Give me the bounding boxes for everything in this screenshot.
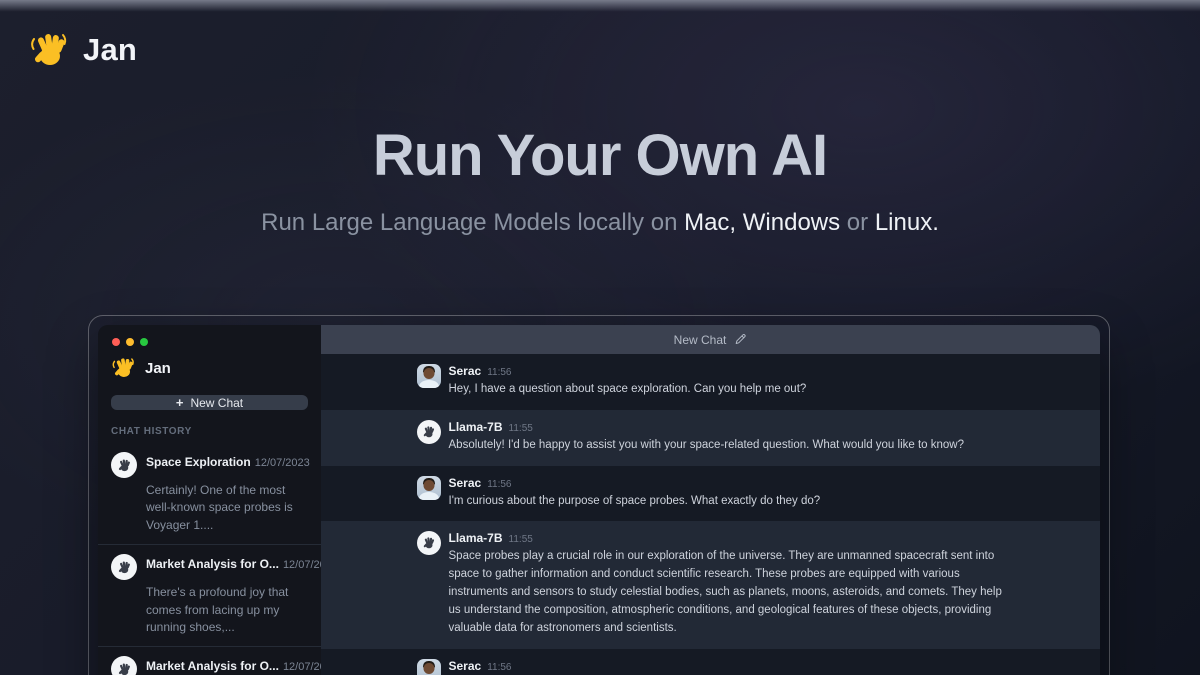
new-chat-button[interactable]: + New Chat [111, 395, 308, 410]
top-edge-glow [0, 0, 1200, 13]
user-avatar [417, 364, 441, 388]
message-text: Space probes play a crucial role in our … [449, 548, 1005, 637]
new-chat-label: New Chat [190, 396, 243, 410]
chat-title: New Chat [674, 333, 727, 347]
site-logo[interactable]: Jan [30, 30, 137, 70]
hero-section: Run Your Own AI Run Large Language Model… [0, 126, 1200, 237]
hero-subtitle: Run Large Language Models locally on Mac… [0, 209, 1200, 237]
waving-hand-icon [30, 30, 70, 70]
subtitle-prefix: Run Large Language Models locally on [261, 209, 684, 236]
assistant-avatar [417, 420, 441, 444]
message-text: Hey, I have a question about space explo… [449, 381, 1005, 399]
waving-hand-icon [112, 356, 136, 380]
message-row: Serac 11:56 I'm curious about the purpos… [321, 466, 1100, 522]
message-author: Serac [449, 364, 482, 378]
history-item-title: Market Analysis for O... [146, 557, 279, 571]
sidebar-brand-name: Jan [145, 360, 171, 377]
chat-history-heading: CHAT HISTORY [98, 410, 321, 443]
message-time: 11:55 [509, 423, 533, 434]
assistant-avatar [111, 452, 137, 478]
hero-title: Run Your Own AI [0, 126, 1200, 187]
user-avatar [417, 659, 441, 675]
edit-title-icon[interactable] [734, 333, 747, 346]
brand-name: Jan [83, 32, 137, 68]
chat-history-list: Space Exploration 12/07/2023 Certainly! … [98, 443, 321, 675]
assistant-avatar [111, 656, 137, 675]
message-row: Llama-7B 11:55 Absolutely! I'd be happy … [321, 410, 1100, 466]
history-item-preview: There's a profound joy that comes from l… [146, 584, 308, 636]
subtitle-windows: Windows [743, 209, 840, 236]
message-row: Serac 11:56 Hey, I have a question about… [321, 354, 1100, 410]
message-row: Llama-7B 11:55 Space probes play a cruci… [321, 521, 1100, 648]
sidebar: Jan + New Chat CHAT HISTORY Space Explor… [98, 325, 321, 675]
history-item-market-analysis-1[interactable]: Market Analysis for O... 12/07/2023 Ther… [98, 544, 321, 646]
message-time: 11:56 [487, 367, 511, 378]
sidebar-logo: Jan [98, 346, 321, 380]
assistant-avatar [417, 531, 441, 555]
user-avatar [417, 476, 441, 500]
message-text: Absolutely! I'd be happy to assist you w… [449, 437, 1005, 455]
minimize-window-button[interactable] [126, 338, 134, 346]
assistant-avatar [111, 554, 137, 580]
message-author: Serac [449, 476, 482, 490]
message-time: 11:56 [487, 479, 511, 490]
message-text: I'm curious about the purpose of space p… [449, 493, 1005, 511]
subtitle-linux: Linux. [875, 209, 939, 236]
history-item-date: 12/07/2023 [255, 457, 310, 469]
history-item-preview: Certainly! One of the most well-known sp… [146, 482, 308, 534]
subtitle-or: or [840, 209, 875, 236]
chat-header: New Chat [321, 325, 1100, 354]
close-window-button[interactable] [112, 338, 120, 346]
message-row: Serac 11:56 That's fascinating! Can you … [321, 649, 1100, 675]
window-controls [98, 325, 321, 346]
history-item-title: Market Analysis for O... [146, 659, 279, 673]
plus-icon: + [176, 395, 184, 410]
message-author: Serac [449, 659, 482, 673]
message-time: 11:56 [487, 662, 511, 673]
message-author: Llama-7B [449, 420, 503, 434]
history-item-title: Space Exploration [146, 455, 251, 469]
subtitle-mac: Mac, [684, 209, 736, 236]
message-author: Llama-7B [449, 531, 503, 545]
history-item-space-exploration[interactable]: Space Exploration 12/07/2023 Certainly! … [98, 443, 321, 544]
message-time: 11:55 [509, 534, 533, 545]
history-item-market-analysis-2[interactable]: Market Analysis for O... 12/07/2023 Ther… [98, 646, 321, 675]
zoom-window-button[interactable] [140, 338, 148, 346]
chat-main-panel: New Chat Serac 11:56 Hey, I have a quest… [321, 325, 1100, 675]
jan-app-window: Jan + New Chat CHAT HISTORY Space Explor… [98, 325, 1100, 675]
app-screenshot-frame: Jan + New Chat CHAT HISTORY Space Explor… [88, 315, 1110, 675]
